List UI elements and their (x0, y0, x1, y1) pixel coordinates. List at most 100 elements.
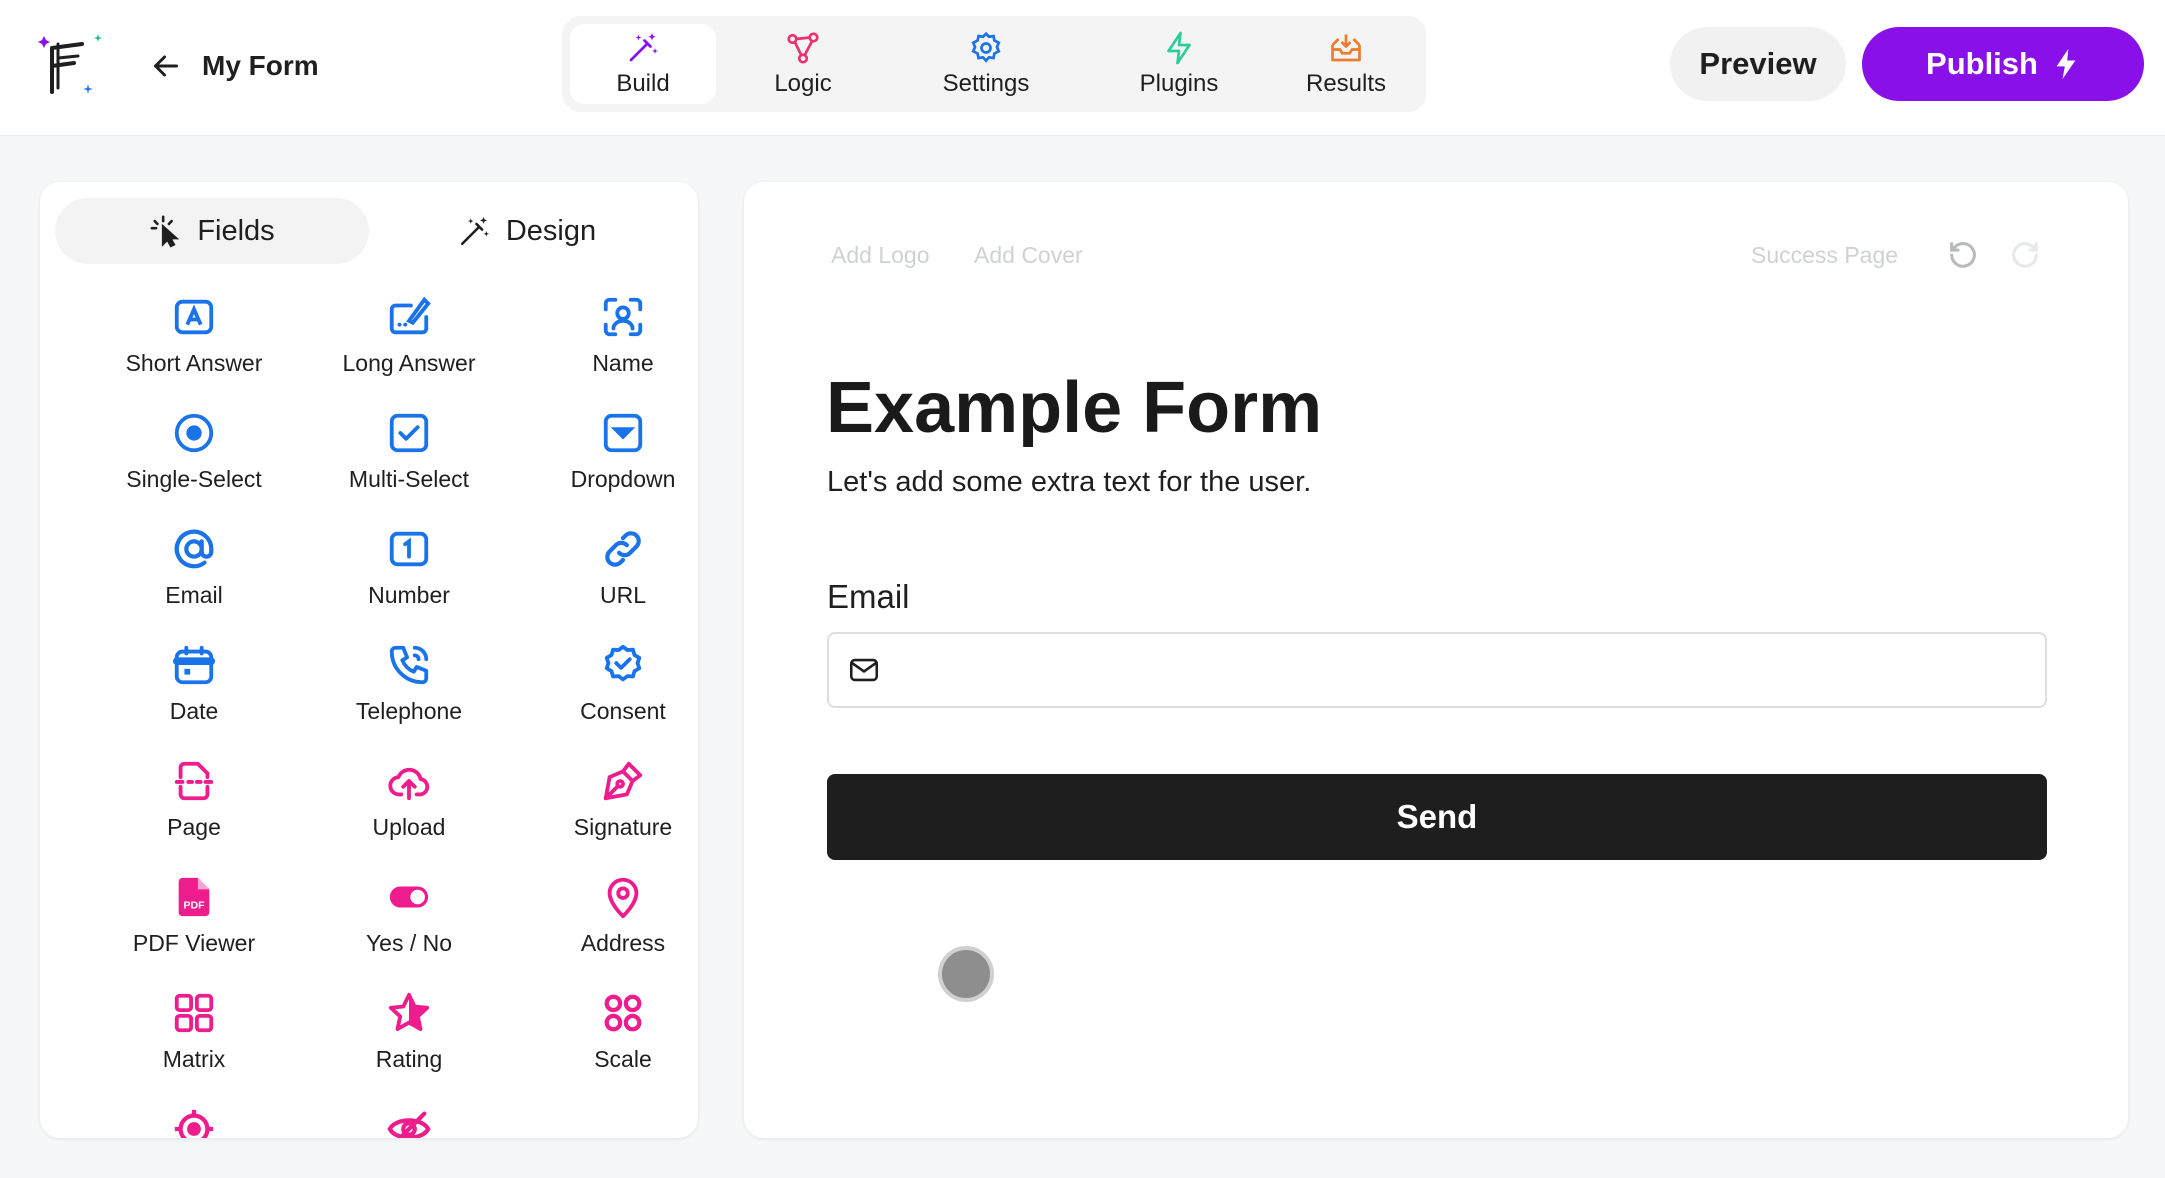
phone-icon (389, 645, 429, 685)
top-bar: My Form Build Logic Settings Plugins Res… (0, 0, 2165, 136)
eye-off-icon (387, 1111, 431, 1138)
add-logo-button[interactable]: Add Logo (831, 242, 929, 269)
field-label: Telephone (355, 698, 463, 724)
badge-check-icon (604, 644, 642, 682)
email-input[interactable] (895, 634, 2045, 706)
magic-wand-icon (460, 216, 490, 246)
tab-label: Results (1305, 70, 1387, 97)
field-label: Single-Select (126, 466, 262, 492)
tab-settings[interactable]: Settings (892, 24, 1080, 104)
field-long-answer[interactable]: Long Answer (302, 294, 516, 400)
undo-icon[interactable] (1946, 238, 1980, 272)
field-label: Long Answer (342, 350, 476, 376)
pen-keyboard-icon (389, 296, 431, 335)
field-date[interactable]: Date (87, 642, 301, 748)
form-title[interactable]: Example Form (826, 368, 1322, 448)
field-signature[interactable]: Signature (516, 758, 698, 864)
field-label: Multi-Select (348, 466, 470, 492)
field-label: Date (169, 698, 219, 724)
dots-grid-icon (604, 994, 642, 1032)
tab-label: Plugins (1139, 70, 1219, 97)
field-scale[interactable]: Scale (516, 990, 698, 1096)
mail-icon (849, 658, 879, 682)
toggle-icon (389, 886, 429, 908)
field-consent[interactable]: Consent (516, 642, 698, 748)
field-dropdown[interactable]: Dropdown (516, 410, 698, 516)
field-label: Page (167, 814, 221, 840)
pointer-click-icon (150, 215, 180, 248)
email-field-label[interactable]: Email (827, 578, 910, 616)
gear-icon (971, 31, 1001, 63)
star-icon (388, 992, 430, 1032)
cursor-indicator (938, 946, 994, 1002)
panel-tab-fields[interactable]: Fields (55, 198, 369, 264)
success-page-button[interactable]: Success Page (1751, 242, 1898, 269)
page-break-icon (174, 761, 214, 801)
field-pdf-viewer[interactable]: PDF PDF Viewer (87, 874, 301, 980)
field-hidden[interactable] (302, 1106, 516, 1138)
form-name[interactable]: My Form (202, 48, 319, 84)
tab-label: Logic (774, 70, 832, 97)
redo-icon[interactable] (2008, 238, 2042, 272)
field-multi-select[interactable]: Multi-Select (302, 410, 516, 516)
field-label: Scale (594, 1046, 652, 1072)
form-description[interactable]: Let's add some extra text for the user. (827, 466, 1311, 499)
preview-button[interactable]: Preview (1670, 27, 1846, 101)
field-yes-no[interactable]: Yes / No (302, 874, 516, 980)
field-address[interactable]: Address (516, 874, 698, 980)
text-box-icon (174, 299, 214, 335)
field-label: Consent (580, 698, 666, 724)
tab-logic[interactable]: Logic (730, 24, 876, 104)
grid-icon (174, 993, 214, 1033)
field-name[interactable]: Name (516, 294, 698, 400)
tab-label: Build (616, 70, 670, 97)
pdf-icon: PDF (178, 877, 210, 917)
tab-plugins[interactable]: Plugins (1096, 24, 1262, 104)
field-label: Email (165, 582, 223, 608)
add-cover-button[interactable]: Add Cover (974, 242, 1083, 269)
publish-label: Publish (1926, 46, 2038, 81)
at-icon (174, 529, 214, 569)
fields-panel: Fields Design Short Answer Long Answer N… (40, 182, 698, 1138)
field-email[interactable]: Email (87, 526, 301, 632)
lightning-icon (2056, 48, 2076, 80)
field-rating[interactable]: Rating (302, 990, 516, 1096)
dropdown-icon (603, 413, 643, 453)
field-target[interactable] (87, 1106, 301, 1138)
number-box-icon (389, 531, 429, 567)
cloud-upload-icon (388, 767, 430, 801)
panel-tab-design[interactable]: Design (370, 198, 684, 264)
field-url[interactable]: URL (516, 526, 698, 632)
field-label: PDF Viewer (132, 930, 256, 956)
inbox-icon (1331, 34, 1361, 62)
field-number[interactable]: Number (302, 526, 516, 632)
field-label: Rating (375, 1046, 443, 1072)
field-short-answer[interactable]: Short Answer (87, 294, 301, 400)
field-label: Short Answer (125, 350, 263, 376)
field-label: URL (599, 582, 646, 608)
pen-nib-icon (603, 761, 643, 801)
field-telephone[interactable]: Telephone (302, 642, 516, 748)
panel-tab-label: Fields (197, 214, 275, 247)
panel-tab-label: Design (505, 214, 597, 247)
magic-wand-icon (629, 33, 658, 62)
map-pin-icon (607, 877, 639, 919)
tab-build[interactable]: Build (570, 24, 716, 104)
field-matrix[interactable]: Matrix (87, 990, 301, 1096)
app-logo[interactable] (38, 30, 108, 100)
publish-button[interactable]: Publish (1862, 27, 2144, 101)
nodes-icon (787, 32, 819, 64)
field-page[interactable]: Page (87, 758, 301, 864)
send-button[interactable]: Send (827, 774, 2047, 860)
field-upload[interactable]: Upload (302, 758, 516, 864)
field-label: Signature (573, 814, 673, 840)
back-arrow-icon[interactable] (148, 48, 184, 84)
pdf-badge-text: PDF (183, 900, 205, 912)
email-field[interactable] (827, 632, 2047, 708)
field-single-select[interactable]: Single-Select (87, 410, 301, 516)
radio-icon (174, 413, 214, 453)
lightning-icon (1167, 31, 1191, 65)
field-label: Number (368, 582, 450, 608)
tab-label: Settings (942, 70, 1030, 97)
tab-results[interactable]: Results (1274, 24, 1418, 104)
